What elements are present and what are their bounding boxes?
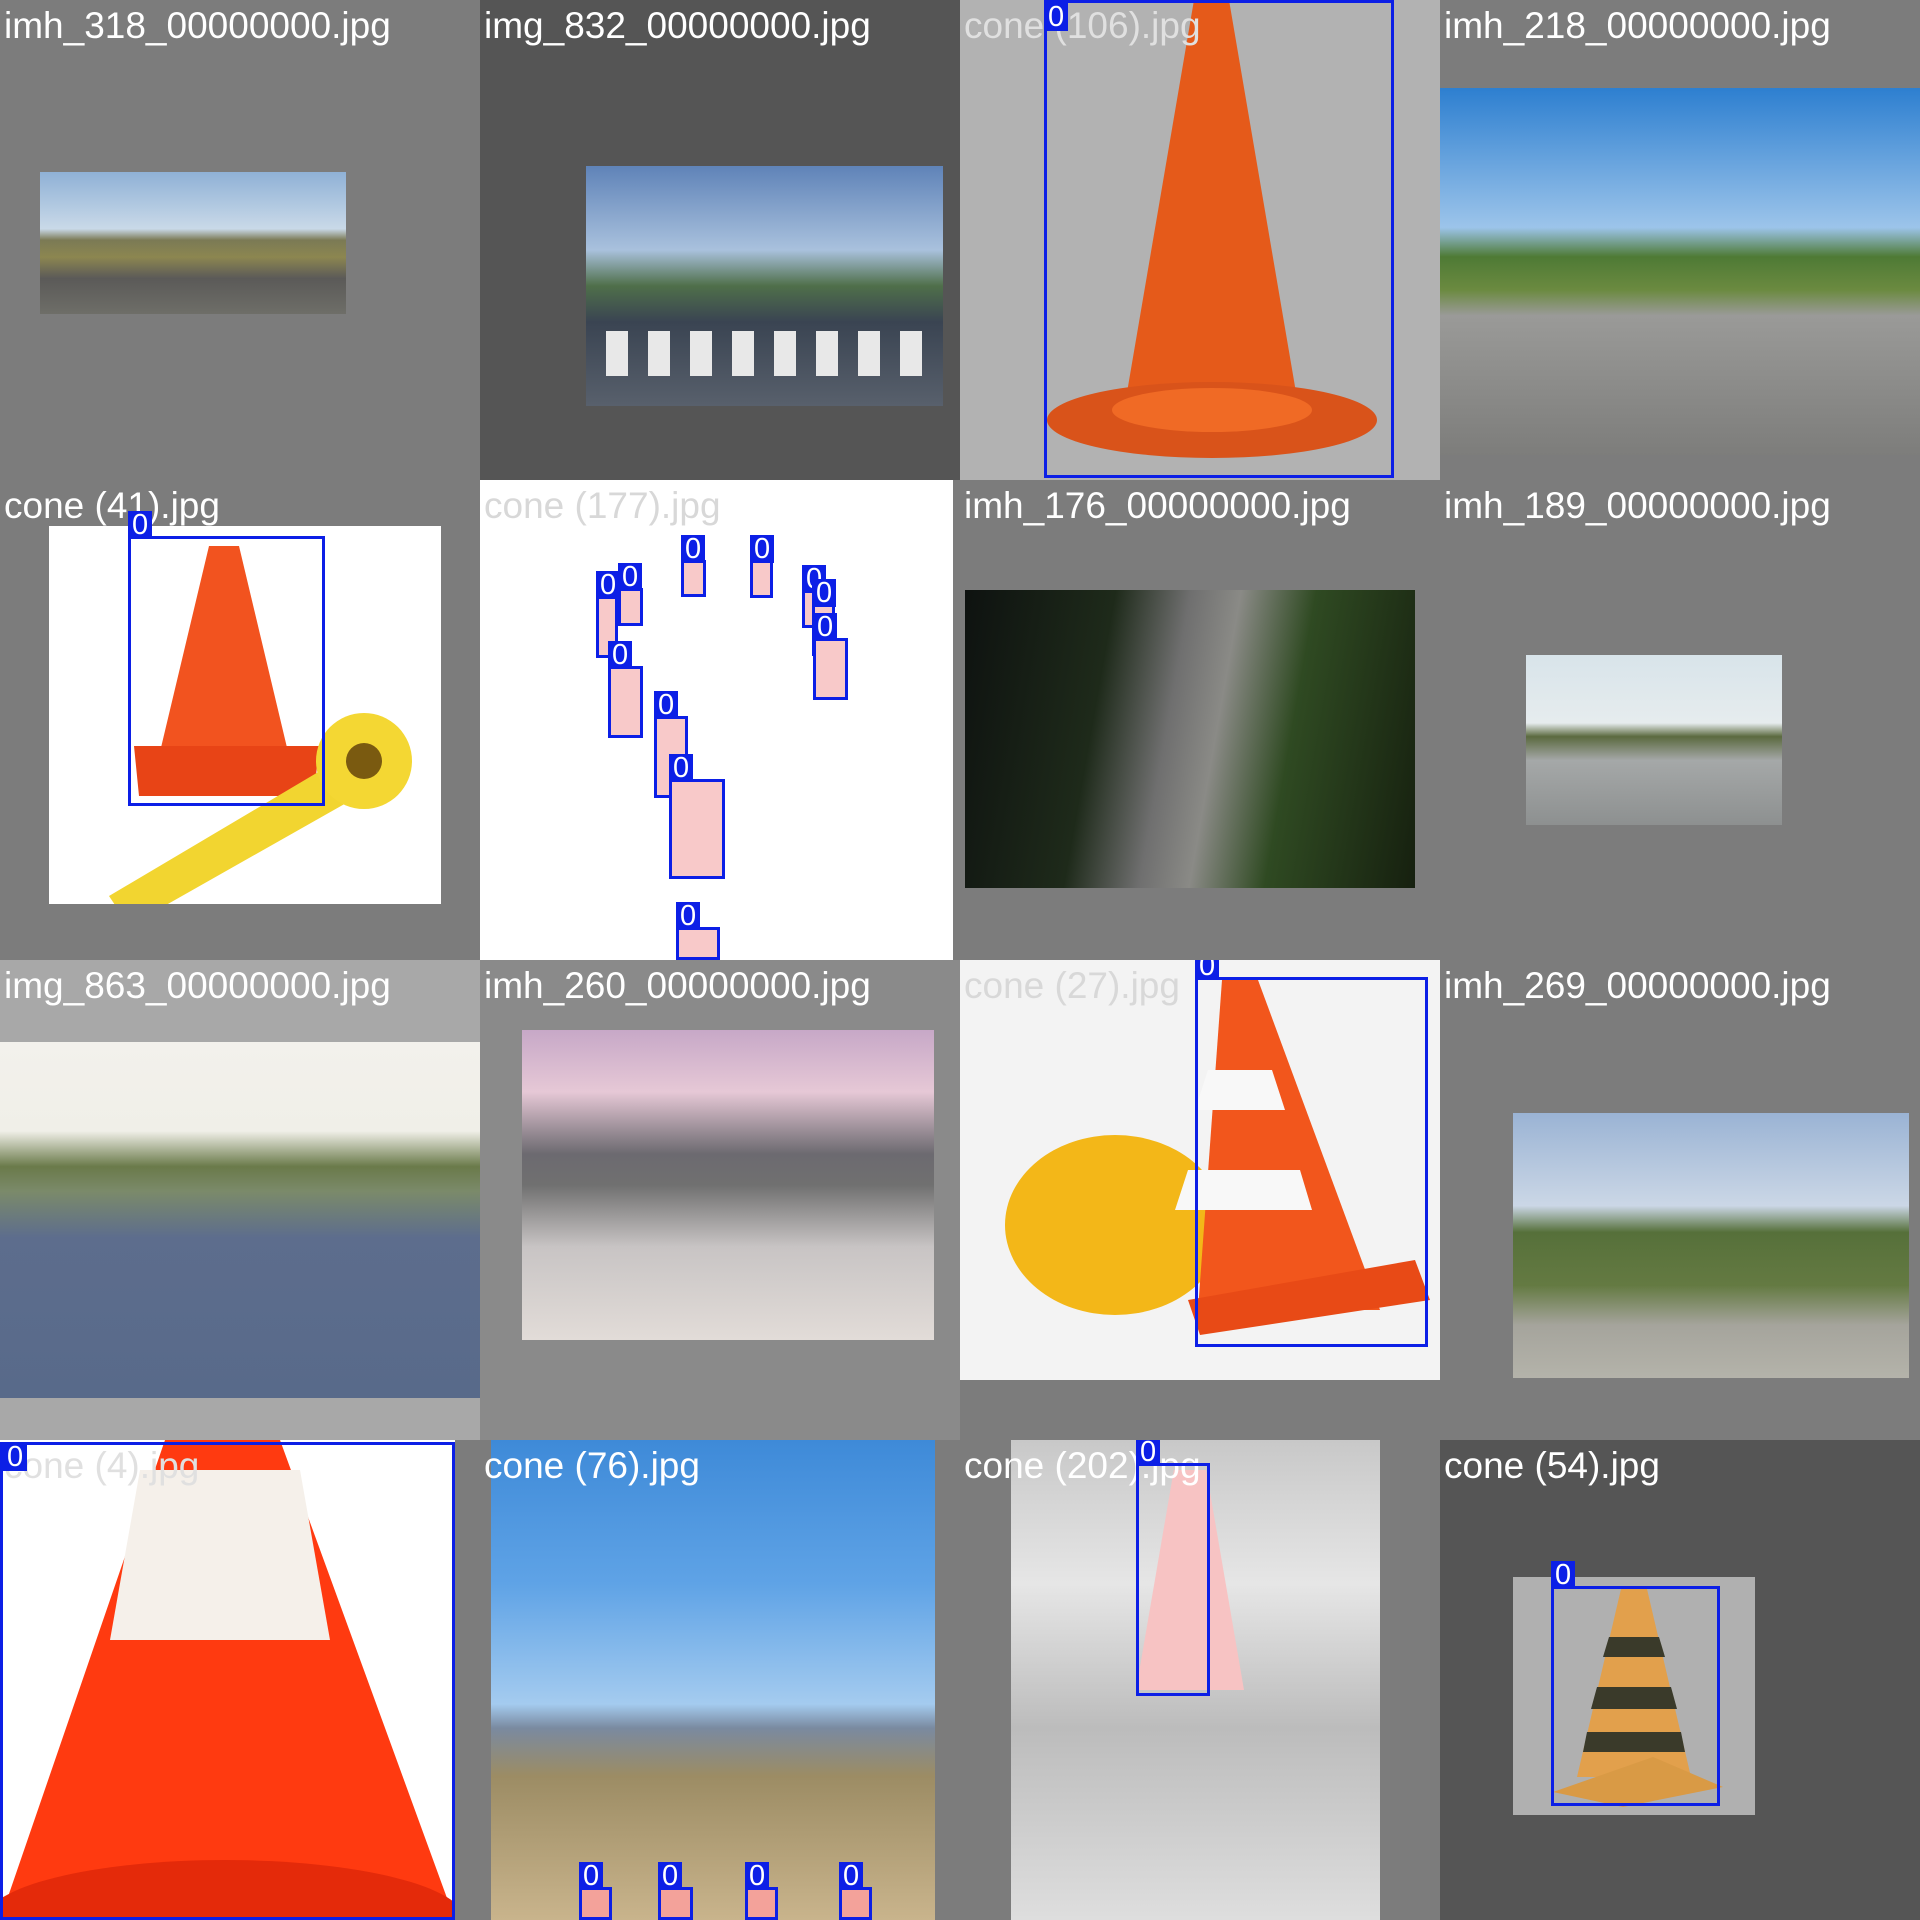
bounding-box: 0	[745, 1862, 778, 1920]
mosaic-tile: cone (177).jpg 0 0 0 0 0 0 0 0 0 0 0	[480, 480, 960, 960]
tile-filename: imh_269_00000000.jpg	[1444, 965, 1831, 1006]
bounding-box: 0	[676, 902, 720, 960]
bounding-box: 0	[0, 1442, 455, 1920]
tile-filename: imh_176_00000000.jpg	[964, 485, 1351, 526]
class-label: 0	[812, 579, 837, 608]
bounding-box: 0	[839, 1862, 872, 1920]
tile-filename: imh_218_00000000.jpg	[1444, 5, 1831, 46]
class-label: 0	[1551, 1561, 1576, 1590]
class-label: 0	[1136, 1440, 1161, 1467]
class-label: 0	[608, 641, 633, 670]
bounding-box: 0	[579, 1862, 612, 1920]
tile-filename: cone (27).jpg	[964, 965, 1180, 1006]
class-label: 0	[618, 563, 643, 592]
bounding-box: 0	[813, 613, 848, 700]
class-label: 0	[676, 902, 701, 931]
class-label: 0	[128, 511, 153, 540]
tile-filename: cone (177).jpg	[484, 485, 721, 526]
bounding-box: 0	[1044, 0, 1394, 478]
class-label: 0	[839, 1862, 864, 1891]
class-label: 0	[3, 1443, 28, 1472]
country-road-photo	[1440, 88, 1920, 455]
bounding-box: 0	[1136, 1440, 1210, 1696]
class-label: 0	[750, 535, 775, 564]
tile-filename: img_863_00000000.jpg	[4, 965, 391, 1006]
class-label: 0	[1044, 3, 1069, 32]
tile-filename: img_832_00000000.jpg	[484, 5, 871, 46]
rural-path-photo	[1513, 1113, 1909, 1378]
tile-filename: cone (54).jpg	[1444, 1445, 1660, 1486]
mosaic-tile: img_863_00000000.jpg	[0, 960, 480, 1440]
mosaic-tile: imh_318_00000000.jpg	[0, 0, 480, 480]
mosaic-tile: imh_189_00000000.jpg	[1440, 480, 1920, 960]
city-street-photo	[522, 1030, 934, 1340]
dirt-road-photo	[491, 1440, 935, 1920]
class-label: 0	[813, 613, 838, 642]
class-label: 0	[654, 691, 679, 720]
class-label: 0	[596, 571, 621, 600]
edge-strip	[953, 480, 960, 960]
bounding-box: 0	[1195, 960, 1428, 1347]
mosaic-tile: imh_176_00000000.jpg	[960, 480, 1440, 960]
tile-filename: imh_260_00000000.jpg	[484, 965, 871, 1006]
crosswalk-photo	[586, 166, 943, 406]
bounding-box: 0	[658, 1862, 693, 1920]
detection-mosaic: imh_318_00000000.jpg img_832_00000000.jp…	[0, 0, 1920, 1920]
highway-photo	[40, 172, 346, 314]
class-label: 0	[681, 535, 706, 564]
class-label: 0	[579, 1862, 604, 1891]
class-label: 0	[669, 754, 694, 783]
mosaic-tile: img_832_00000000.jpg	[480, 0, 960, 480]
bounding-box: 0	[669, 754, 725, 879]
mosaic-tile: imh_260_00000000.jpg	[480, 960, 960, 1440]
mosaic-tile: cone (76).jpg 0 0 0 0	[480, 1440, 960, 1920]
dark-road-photo	[965, 590, 1415, 888]
bounding-box: 0	[608, 641, 643, 738]
tile-filename: imh_189_00000000.jpg	[1444, 485, 1831, 526]
mosaic-tile: imh_269_00000000.jpg	[1440, 960, 1920, 1440]
mosaic-tile: cone (106).jpg 0	[960, 0, 1440, 480]
bounding-box: 0	[681, 535, 706, 597]
tile-filename: cone (41).jpg	[4, 485, 220, 526]
bounding-box: 0	[618, 563, 643, 626]
bounding-box: 0	[128, 511, 325, 806]
class-label: 0	[658, 1862, 683, 1891]
crosswalk-stripes	[606, 331, 926, 376]
bounding-box: 0	[750, 535, 775, 598]
tile-filename: cone (76).jpg	[484, 1445, 700, 1486]
tile-filename: imh_318_00000000.jpg	[4, 5, 391, 46]
freeway-photo	[1526, 655, 1782, 825]
mosaic-tile: cone (54).jpg 0	[1440, 1440, 1920, 1920]
mosaic-tile: cone (41).jpg 0	[0, 480, 480, 960]
bounding-box: 0	[1551, 1561, 1720, 1806]
mosaic-tile: cone (27).jpg 0	[960, 960, 1440, 1440]
divided-highway-photo	[0, 1042, 480, 1398]
class-label: 0	[1195, 960, 1220, 981]
mosaic-tile: cone (202).jpg 0	[960, 1440, 1440, 1920]
class-label: 0	[745, 1862, 770, 1891]
mosaic-tile: imh_218_00000000.jpg	[1440, 0, 1920, 480]
mosaic-tile: cone (4).jpg 0	[0, 1440, 480, 1920]
